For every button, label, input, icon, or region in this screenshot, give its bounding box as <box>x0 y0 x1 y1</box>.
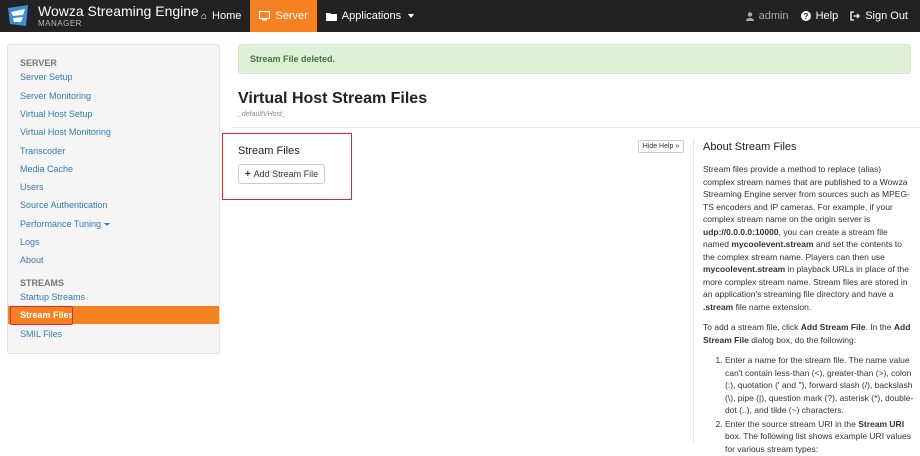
nav-applications-label: Applications <box>341 10 402 22</box>
sidebar-heading-streams: STREAMS <box>20 278 65 288</box>
sidebar-item-server-monitoring[interactable]: Server Monitoring <box>8 87 219 105</box>
help-title: About Stream Files <box>703 141 797 153</box>
wowza-logo-icon <box>8 5 28 26</box>
chevron-down-icon <box>408 14 415 18</box>
nav-user[interactable]: admin <box>740 0 795 32</box>
sidebar-item-virtual-host-setup[interactable]: Virtual Host Setup <box>8 105 219 123</box>
question-icon: ? <box>800 11 811 21</box>
brand[interactable]: Wowza Streaming Engine MANAGER <box>6 2 199 30</box>
help-paragraph-2: To add a stream file, click Add Stream F… <box>703 322 911 345</box>
user-icon <box>745 11 754 21</box>
sidebar-item-server-setup[interactable]: Server Setup <box>8 68 219 86</box>
sidebar-item-performance-tuning-label: Performance Tuning <box>20 219 102 229</box>
header-divider <box>232 127 920 128</box>
page-subtitle: _defaultVHost_ <box>238 111 286 118</box>
page-title: Virtual Host Stream Files <box>238 90 428 107</box>
top-navbar: Wowza Streaming Engine MANAGER ⌂ Home Se… <box>0 0 920 32</box>
help-step-1: Enter a name for the stream file. The na… <box>725 354 915 417</box>
nav-help[interactable]: ? Help <box>795 0 845 32</box>
sidebar-heading-server: SERVER <box>20 58 57 68</box>
nav-server[interactable]: Server <box>250 0 317 32</box>
sidebar-item-media-cache[interactable]: Media Cache <box>8 160 219 178</box>
add-stream-file-label: Add Stream File <box>253 169 319 179</box>
help-panel: About Stream Files Stream files provide … <box>703 141 915 456</box>
home-icon: ⌂ <box>201 10 208 22</box>
section-title: Stream Files <box>238 145 300 157</box>
nav-signout-label: Sign Out <box>865 10 908 22</box>
add-stream-file-button[interactable]: + Add Stream File <box>238 164 325 184</box>
sidebar-item-users[interactable]: Users <box>8 178 219 196</box>
sidebar-item-about[interactable]: About <box>8 251 219 269</box>
sidebar-item-virtual-host-monitoring[interactable]: Virtual Host Monitoring <box>8 123 219 141</box>
folder-icon <box>325 12 337 21</box>
help-steps-list: Enter a name for the stream file. The na… <box>703 354 915 455</box>
monitor-icon <box>259 11 271 21</box>
sidebar-item-source-authentication[interactable]: Source Authentication <box>8 196 219 214</box>
sidebar-item-transcoder[interactable]: Transcoder <box>8 142 219 160</box>
signout-icon <box>850 11 861 21</box>
nav-signout[interactable]: Sign Out <box>844 0 914 32</box>
nav-help-label: Help <box>815 10 839 22</box>
sidebar-item-performance-tuning[interactable]: Performance Tuning <box>8 215 219 233</box>
help-step-2: Enter the source stream URI in the Strea… <box>725 418 915 456</box>
brand-name: Wowza Streaming Engine <box>38 3 199 19</box>
svg-text:?: ? <box>803 12 808 21</box>
help-divider <box>693 138 694 442</box>
nav-home[interactable]: ⌂ Home <box>192 0 250 32</box>
nav-server-label: Server <box>275 10 308 22</box>
nav-applications[interactable]: Applications <box>317 0 423 32</box>
hide-help-button[interactable]: Hide Help » <box>638 140 684 153</box>
brand-subtitle: MANAGER <box>38 19 82 28</box>
sidebar-item-startup-streams[interactable]: Startup Streams <box>8 288 219 306</box>
plus-icon: + <box>244 168 251 180</box>
nav-user-label: admin <box>758 10 789 22</box>
success-alert: Stream File deleted. <box>238 44 911 74</box>
sidebar-item-smil-files[interactable]: SMIL Files <box>8 325 219 343</box>
sidebar-item-logs[interactable]: Logs <box>8 233 219 251</box>
highlight-box-stream-files <box>10 306 73 325</box>
help-paragraph-1: Stream files provide a method to replace… <box>703 164 910 312</box>
nav-home-label: Home <box>212 10 242 22</box>
chevron-down-icon <box>104 223 111 227</box>
